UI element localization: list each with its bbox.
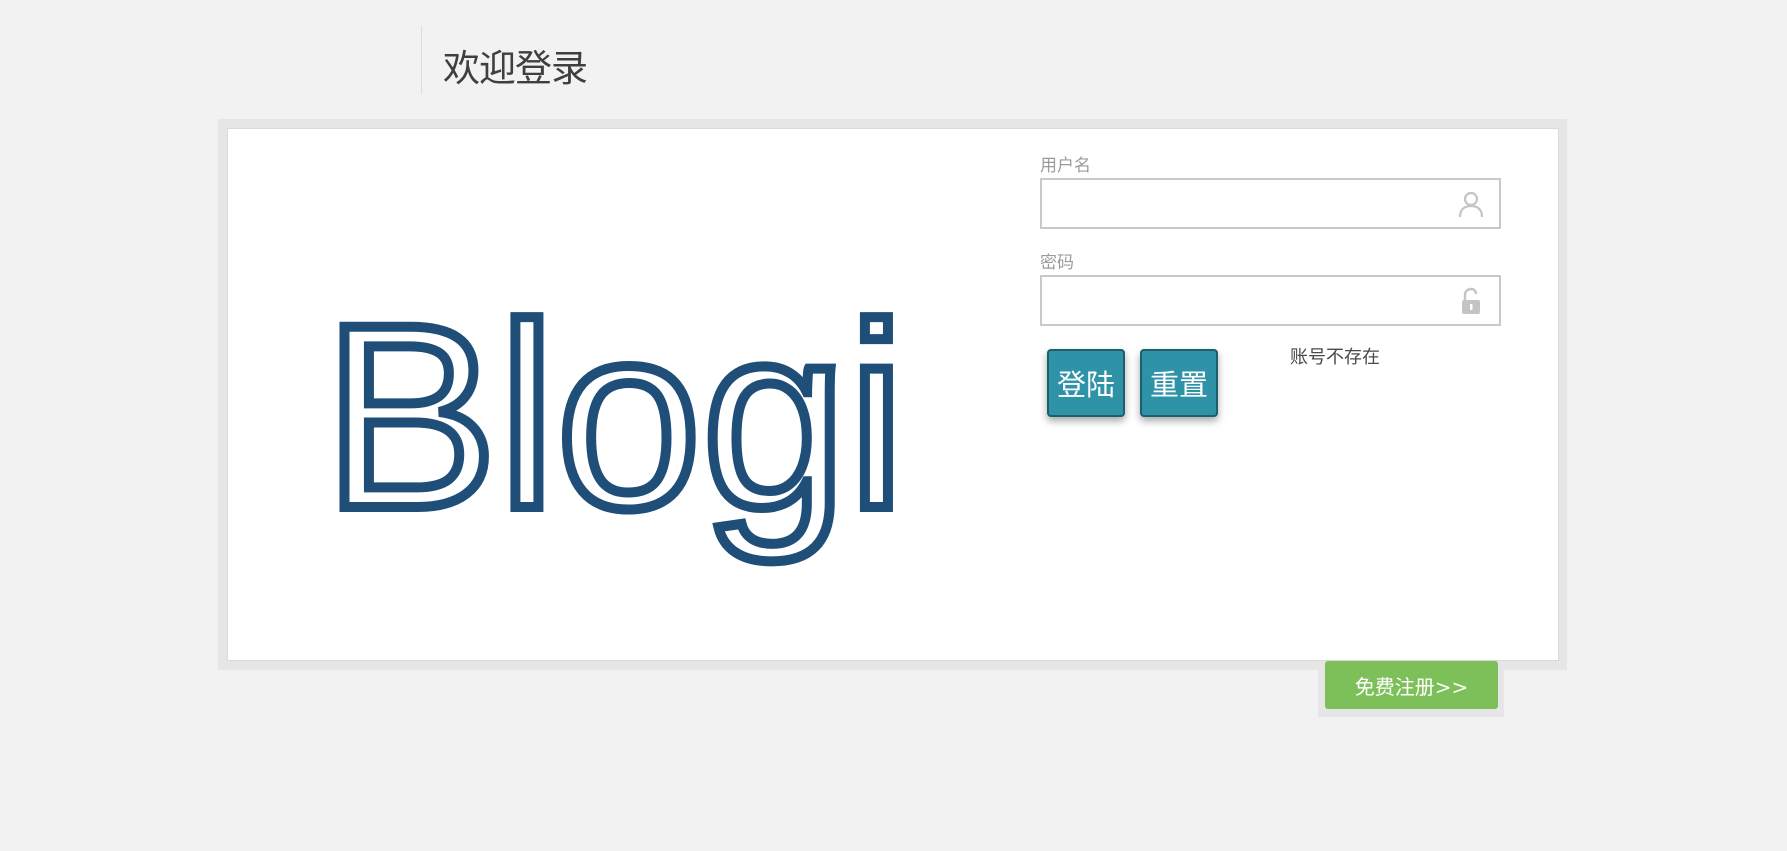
page-title: 欢迎登录 <box>443 47 588 90</box>
blogit-logo: Blogit <box>323 265 903 569</box>
password-field-box <box>1040 275 1501 326</box>
password-label: 密码 <box>1040 253 1074 273</box>
login-button[interactable]: 登陆 <box>1047 349 1125 417</box>
username-label: 用户名 <box>1040 156 1091 176</box>
username-input[interactable] <box>1042 180 1499 227</box>
register-button[interactable]: 免费注册>> <box>1325 661 1498 709</box>
header-divider <box>421 26 422 94</box>
logo-text: Blogit <box>323 270 903 564</box>
login-page: 欢迎登录 Blogit 用户名 密码 登陆 重置 账号不存在 免费注册>> <box>0 0 1787 851</box>
lock-open-icon <box>1462 287 1480 314</box>
user-icon <box>1458 191 1484 218</box>
status-message: 账号不存在 <box>1290 347 1380 368</box>
username-field-box <box>1040 178 1501 229</box>
password-input[interactable] <box>1042 277 1499 324</box>
reset-button[interactable]: 重置 <box>1140 349 1218 417</box>
